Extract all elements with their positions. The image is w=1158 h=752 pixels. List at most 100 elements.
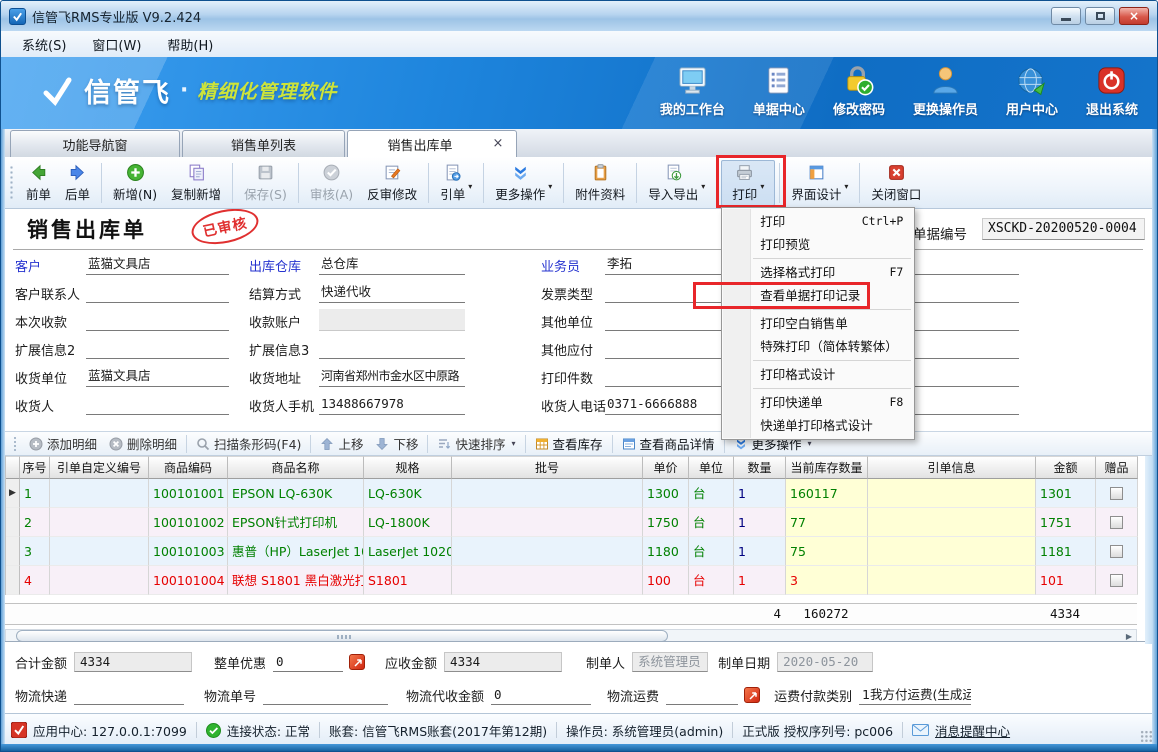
ui-design-button[interactable]: 界面设计 ▾: [784, 161, 855, 205]
menu-system[interactable]: 系统(S): [9, 32, 79, 57]
tab-sales-list[interactable]: 销售单列表: [182, 130, 345, 157]
quick-sort-button[interactable]: 快速排序 ▾: [431, 434, 521, 453]
next-doc-button[interactable]: 后单: [58, 161, 97, 205]
detail-toolbar-grip[interactable]: [13, 436, 17, 452]
titlebar[interactable]: 信管飞RMS专业版 V9.2.424 ×: [1, 1, 1157, 31]
add-new-button[interactable]: 新增(N): [106, 161, 164, 205]
document-center-button[interactable]: 单据中心: [744, 64, 814, 118]
user-center-button[interactable]: 用户中心: [997, 64, 1067, 118]
move-up-button[interactable]: 上移: [314, 434, 369, 453]
edit-freight-button[interactable]: [744, 687, 760, 703]
freight-type-field[interactable]: 1我方付运费(生成运: [859, 685, 971, 705]
col-header[interactable]: 引单自定义编号: [50, 456, 149, 479]
delivery-address-field[interactable]: 河南省郑州市金水区中原路: [319, 365, 465, 387]
print-menu-item-select-format[interactable]: 选择格式打印 F7: [722, 261, 914, 284]
consignee-mobile-field[interactable]: 13488667978: [319, 393, 465, 415]
change-password-button[interactable]: 修改密码: [824, 64, 894, 118]
ext-info3-field[interactable]: [319, 337, 465, 359]
scroll-right-icon[interactable]: ▶: [1126, 632, 1132, 641]
table-row[interactable]: 3 100101003 惠普（HP）LaserJet 1020 LaserJet…: [6, 537, 1138, 566]
more-actions-button[interactable]: 更多操作 ▾: [488, 161, 559, 205]
gift-checkbox[interactable]: [1110, 516, 1123, 529]
prev-doc-button[interactable]: 前单: [19, 161, 58, 205]
print-menu-item-blank-sales[interactable]: 打印空白销售单: [722, 312, 914, 335]
col-header[interactable]: 商品名称: [228, 456, 364, 479]
edit-discount-button[interactable]: [349, 654, 365, 670]
print-copies-field[interactable]: [605, 365, 725, 387]
minimize-button[interactable]: [1051, 7, 1081, 25]
col-header[interactable]: 商品编码: [149, 456, 228, 479]
maximize-button[interactable]: [1085, 7, 1115, 25]
col-header[interactable]: 当前库存数量: [786, 456, 868, 479]
invoice-type-field[interactable]: [605, 281, 725, 303]
salesman-field[interactable]: 李拓: [605, 253, 725, 275]
settlement-field[interactable]: 快递代收: [319, 281, 465, 303]
consignee-unit-field[interactable]: 蓝猫文具店: [86, 365, 229, 387]
save-button[interactable]: 保存(S): [237, 161, 294, 205]
col-header[interactable]: 序号: [20, 456, 50, 479]
tab-close-icon[interactable]: ×: [490, 136, 506, 152]
workbench-button[interactable]: 我的工作台: [651, 64, 734, 118]
menu-window[interactable]: 窗口(W): [79, 32, 154, 57]
cod-amount-field[interactable]: 0: [491, 685, 591, 705]
col-header[interactable]: 单位: [689, 456, 734, 479]
warehouse-field[interactable]: 总仓库: [319, 253, 465, 275]
message-center-link[interactable]: 消息提醒中心: [912, 721, 1010, 740]
exit-system-button[interactable]: 退出系统: [1077, 64, 1147, 118]
print-button[interactable]: 打印 ▾: [721, 160, 775, 206]
tab-navigation[interactable]: 功能导航窗: [10, 130, 180, 157]
col-header[interactable]: 规格: [364, 456, 452, 479]
col-header[interactable]: 批号: [452, 456, 643, 479]
other-unit-field[interactable]: [605, 309, 725, 331]
gift-checkbox[interactable]: [1110, 574, 1123, 587]
attachments-button[interactable]: 附件资料: [568, 161, 632, 205]
table-row[interactable]: 2 100101002 EPSON针式打印机 LQ-1800K 1750 台 1…: [6, 508, 1138, 537]
other-payable-field[interactable]: [605, 337, 725, 359]
col-header[interactable]: 赠品: [1096, 456, 1138, 479]
print-menu-item-express-print[interactable]: 打印快递单 F8: [722, 391, 914, 414]
payment-field[interactable]: [86, 309, 229, 331]
copy-add-button[interactable]: 复制新增: [164, 161, 228, 205]
print-menu-item-format-design[interactable]: 打印格式设计: [722, 363, 914, 386]
express-field[interactable]: [74, 685, 184, 705]
approve-button[interactable]: 审核(A): [303, 161, 360, 205]
move-down-button[interactable]: 下移: [369, 434, 424, 453]
delete-detail-button[interactable]: 删除明细: [103, 434, 183, 453]
freight-field[interactable]: [666, 685, 738, 705]
print-menu-item-express-format-design[interactable]: 快递单打印格式设计: [722, 414, 914, 437]
consignee-field[interactable]: [86, 393, 229, 415]
close-window-button[interactable]: 关闭窗口: [864, 161, 928, 205]
switch-operator-button[interactable]: 更换操作员: [904, 64, 987, 118]
table-row[interactable]: ▶ 1 100101001 EPSON LQ-630K LQ-630K 1300…: [6, 479, 1138, 508]
print-menu-item-print[interactable]: 打印 Ctrl+P: [722, 210, 914, 233]
view-inventory-button[interactable]: 查看库存: [529, 434, 609, 453]
row-selector[interactable]: [6, 508, 20, 537]
close-button[interactable]: ×: [1119, 7, 1149, 25]
add-detail-button[interactable]: 添加明细: [23, 434, 103, 453]
row-selector[interactable]: [6, 566, 20, 595]
docno-field[interactable]: XSCKD-20200520-0004: [982, 218, 1145, 240]
col-header[interactable]: 数量: [734, 456, 786, 479]
col-header[interactable]: 单价: [643, 456, 689, 479]
discount-field[interactable]: 0: [273, 652, 343, 672]
print-menu-item-special-print[interactable]: 特殊打印（简体转繁体）: [722, 335, 914, 358]
row-selector[interactable]: [6, 537, 20, 566]
scan-barcode-button[interactable]: 扫描条形码(F4): [190, 434, 307, 453]
col-header[interactable]: 金额: [1036, 456, 1096, 479]
gift-checkbox[interactable]: [1110, 487, 1123, 500]
view-product-detail-button[interactable]: 查看商品详情: [616, 434, 721, 453]
customer-field[interactable]: 蓝猫文具店: [86, 253, 229, 275]
ext-info2-field[interactable]: [86, 337, 229, 359]
import-export-button[interactable]: 导入导出 ▾: [641, 161, 712, 205]
waybill-field[interactable]: [263, 685, 388, 705]
unapprove-edit-button[interactable]: 反审修改: [360, 161, 424, 205]
print-menu-item-view-print-records[interactable]: 查看单据打印记录: [722, 284, 914, 307]
col-header[interactable]: 引单信息: [868, 456, 1036, 479]
menu-help[interactable]: 帮助(H): [154, 32, 226, 57]
tab-sales-outbound[interactable]: 销售出库单 ×: [347, 130, 517, 157]
toolbar-grip[interactable]: [9, 165, 14, 201]
reference-doc-button[interactable]: 引单 ▾: [433, 161, 479, 205]
print-menu-item-preview[interactable]: 打印预览: [722, 233, 914, 256]
row-selector[interactable]: ▶: [6, 479, 20, 508]
table-row[interactable]: 4 100101004 联想 S1801 黑白激光打印机 S1801 100 台…: [6, 566, 1138, 595]
